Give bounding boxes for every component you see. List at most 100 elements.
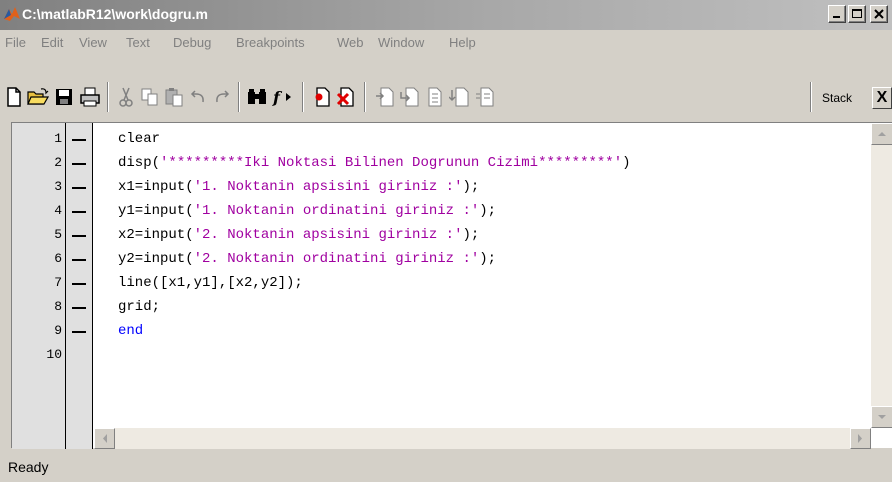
code-tail: ); [462,179,480,195]
function-icon[interactable]: f [272,86,294,108]
scroll-up-button[interactable] [871,123,892,145]
set-breakpoint-icon[interactable] [311,86,333,108]
close-icon [874,9,884,19]
code-tail: ); [479,203,497,219]
step-out-icon[interactable] [424,86,446,108]
menu-file[interactable]: File [5,35,26,50]
code-line: clear [118,127,160,151]
maximize-button[interactable] [848,5,866,23]
find-icon[interactable] [246,86,268,108]
menu-debug[interactable]: Debug [173,35,211,50]
exit-debug-icon[interactable] [474,86,496,108]
stack-close-button[interactable]: X [872,87,892,109]
title-bar: C:\matlabR12\work\dogru.m [0,0,892,30]
menu-edit[interactable]: Edit [41,35,63,50]
code-string: '1. Noktanin ordinatini giriniz :' [193,203,480,219]
toolbar-separator [107,82,109,112]
breakpoint-marker[interactable] [72,331,86,333]
undo-icon[interactable] [187,86,209,108]
menu-text[interactable]: Text [126,35,150,50]
close-button[interactable] [870,5,888,23]
maximize-icon [852,9,862,18]
breakpoint-marker[interactable] [72,235,86,237]
minimize-icon [833,16,840,18]
matlab-logo-icon [4,7,20,21]
continue-icon[interactable] [449,86,471,108]
scroll-left-button[interactable] [94,428,115,449]
horizontal-scrollbar[interactable] [94,428,871,449]
line-number-column: 1 2 3 4 5 6 7 8 9 10 [12,123,66,449]
step-icon[interactable] [374,86,396,108]
code-editor[interactable]: clear disp('*********Iki Noktasi Bilinen… [94,123,871,428]
line-number: 5 [54,227,62,242]
status-text: Ready [8,459,49,475]
scroll-left-icon [103,434,107,443]
code-keyword: end [118,323,144,339]
window-title: C:\matlabR12\work\dogru.m [22,6,208,22]
code-tail: ) [622,155,631,171]
code-text: x2=input( [118,227,194,243]
code-line: line([x1,y1],[x2,y2]); [118,271,303,295]
code-text: grid; [118,299,161,315]
breakpoint-marker[interactable] [72,163,86,165]
copy-icon[interactable] [139,86,161,108]
svg-text:f: f [272,88,283,107]
breakpoint-marker[interactable] [72,283,86,285]
code-text: clear [118,131,161,147]
step-in-icon[interactable] [399,86,421,108]
scroll-right-button[interactable] [850,428,871,449]
vertical-scrollbar[interactable] [871,123,892,428]
toolbar: f Stack X [0,76,892,122]
menu-web[interactable]: Web [337,35,364,50]
code-text: disp( [118,155,161,171]
code-string: '1. Noktanin apsisini giriniz :' [193,179,463,195]
print-icon[interactable] [79,86,101,108]
code-line: x2=input('2. Noktanin apsisini giriniz :… [118,223,479,247]
scroll-right-icon [858,434,862,443]
clear-breakpoints-icon[interactable] [335,86,357,108]
toolbar-separator [810,82,812,112]
code-text: y2=input( [118,251,194,267]
code-tail: ); [479,251,497,267]
minimize-button[interactable] [828,5,846,23]
breakpoint-marker[interactable] [72,307,86,309]
line-number: 9 [54,323,62,338]
line-number: 10 [46,347,62,362]
breakpoint-marker[interactable] [72,139,86,141]
scroll-down-icon [878,415,886,419]
scroll-down-button[interactable] [871,406,892,428]
code-string: '2. Noktanin apsisini giriniz :' [193,227,463,243]
editor-panel: 1 2 3 4 5 6 7 8 9 10 clear disp('*******… [11,122,892,449]
menu-help[interactable]: Help [449,35,476,50]
menu-bar: File Edit View Text Debug Breakpoints We… [0,32,892,54]
cut-icon[interactable] [115,86,137,108]
line-number: 3 [54,179,62,194]
code-line: grid; [118,295,160,319]
code-text: y1=input( [118,203,194,219]
menu-window[interactable]: Window [378,35,424,50]
code-string: '2. Noktanin ordinatini giriniz :' [193,251,480,267]
stack-label: Stack [822,91,853,105]
breakpoint-column[interactable] [66,123,93,449]
line-number: 7 [54,275,62,290]
paste-icon[interactable] [163,86,185,108]
code-string: '*********Iki Noktasi Bilinen Dogrunun C… [160,155,623,171]
breakpoint-marker[interactable] [72,259,86,261]
status-bar: Ready [0,450,892,482]
save-icon[interactable] [53,86,75,108]
new-file-icon[interactable] [3,86,25,108]
breakpoint-marker[interactable] [72,187,86,189]
line-number: 8 [54,299,62,314]
menu-view[interactable]: View [79,35,107,50]
line-number: 2 [54,155,62,170]
code-text: x1=input( [118,179,194,195]
code-line: end [118,319,143,343]
code-text: line([x1,y1],[x2,y2]); [118,275,303,291]
line-number: 6 [54,251,62,266]
toolbar-separator [302,82,304,112]
menu-breakpoints[interactable]: Breakpoints [236,35,305,50]
open-folder-icon[interactable] [27,86,49,108]
breakpoint-marker[interactable] [72,211,86,213]
code-line: disp('*********Iki Noktasi Bilinen Dogru… [118,151,631,175]
redo-icon[interactable] [211,86,233,108]
